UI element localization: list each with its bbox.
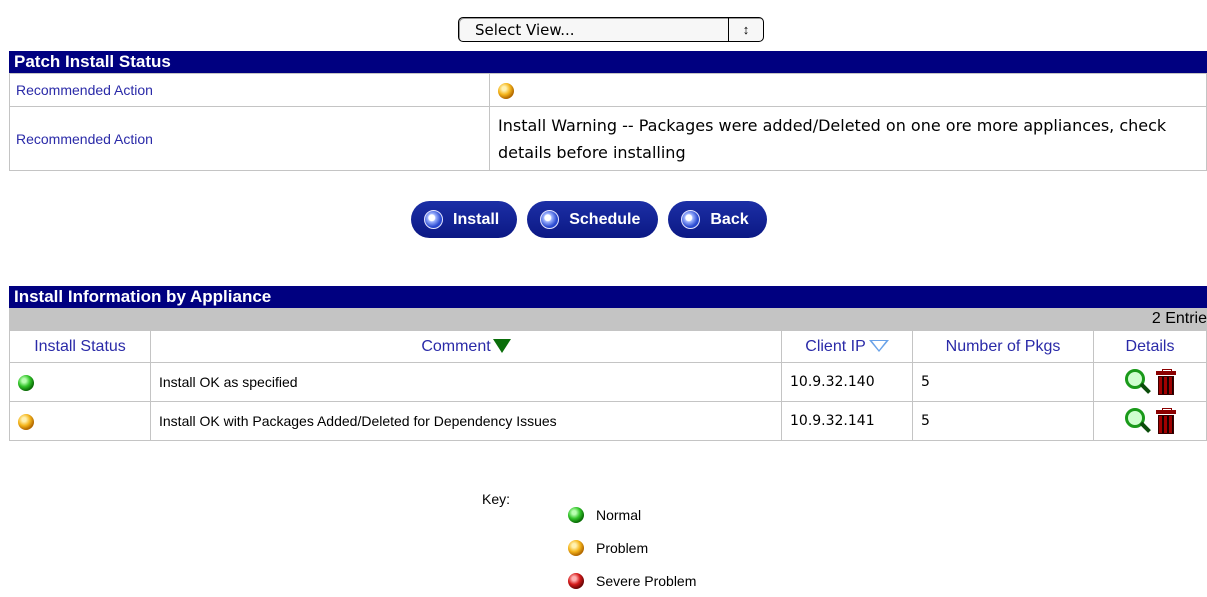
action-buttons: Install Schedule Back (411, 201, 767, 238)
col-install-status[interactable]: Install Status (9, 330, 151, 363)
entries-count: 2 Entrie (9, 308, 1207, 330)
key-item-label: Problem (596, 539, 649, 556)
comment-cell: Install OK as specified (150, 362, 782, 402)
pkgs-cell: 5 (912, 401, 1094, 441)
severe-problem-status-icon (568, 572, 584, 589)
install-status-cell (9, 401, 151, 441)
key-legend: Normal Problem Severe Problem (568, 498, 696, 597)
install-info-table: Install Status Comment Client IP Number … (9, 330, 1207, 441)
col-number-of-pkgs[interactable]: Number of Pkgs (912, 330, 1094, 363)
table-row: Install OK as specified 10.9.32.140 5 (9, 362, 1207, 402)
trash-icon[interactable] (1155, 369, 1176, 395)
col-client-ip[interactable]: Client IP (781, 330, 913, 363)
col-details: Details (1093, 330, 1207, 363)
key-item-normal: Normal (568, 498, 696, 531)
col-comment-label: Comment (421, 337, 491, 355)
key-item-problem: Problem (568, 531, 696, 564)
install-info-section: Install Information by Appliance 2 Entri… (9, 286, 1207, 441)
patch-status-table: Recommended Action Recommended Action In… (9, 73, 1207, 171)
col-client-ip-label: Client IP (805, 337, 866, 355)
client-ip-cell: 10.9.32.141 (781, 401, 913, 441)
status-row: Recommended Action (9, 73, 1207, 107)
install-info-title: Install Information by Appliance (14, 287, 272, 306)
key-item-label: Normal (596, 506, 642, 523)
select-view-dropdown[interactable]: Select View... ↕ (458, 17, 764, 42)
comment-cell: Install OK with Packages Added/Deleted f… (150, 401, 782, 441)
problem-status-icon (498, 83, 514, 99)
client-ip-cell: 10.9.32.140 (781, 362, 913, 402)
normal-status-icon (18, 374, 34, 391)
key-item-severe-problem: Severe Problem (568, 564, 696, 597)
status-row: Recommended Action Install Warning -- Pa… (9, 106, 1207, 171)
problem-status-icon (568, 539, 584, 556)
magnifier-icon[interactable] (1124, 408, 1148, 434)
radio-dot-icon (424, 210, 443, 229)
key-item-label: Severe Problem (596, 572, 697, 589)
pkgs-cell: 5 (912, 362, 1094, 402)
details-cell (1093, 401, 1207, 441)
select-view-label: Select View... (475, 20, 575, 39)
recommended-action-status (489, 73, 1207, 107)
patch-install-status-header: Patch Install Status (9, 51, 1207, 73)
patch-install-status-title: Patch Install Status (14, 52, 171, 71)
sort-unsorted-icon[interactable] (868, 340, 889, 353)
col-comment[interactable]: Comment (150, 330, 782, 363)
key-label: Key: (482, 491, 511, 507)
updown-arrows-icon: ↕ (728, 18, 763, 41)
trash-icon[interactable] (1155, 408, 1176, 434)
problem-status-icon (18, 413, 34, 430)
table-row: Install OK with Packages Added/Deleted f… (9, 401, 1207, 441)
schedule-button-label: Schedule (569, 210, 641, 228)
sort-desc-icon[interactable] (492, 339, 511, 354)
recommended-action-text: Install Warning -- Packages were added/D… (489, 106, 1207, 171)
install-button[interactable]: Install (411, 201, 518, 238)
radio-dot-icon (540, 210, 560, 229)
normal-status-icon (568, 506, 584, 523)
table-header-row: Install Status Comment Client IP Number … (9, 330, 1207, 363)
details-cell (1093, 362, 1207, 402)
install-info-header: Install Information by Appliance (9, 286, 1207, 308)
schedule-button[interactable]: Schedule (527, 201, 659, 238)
install-button-label: Install (453, 210, 500, 228)
back-button-label: Back (710, 210, 749, 228)
recommended-action-label: Recommended Action (9, 106, 490, 171)
install-status-cell (9, 362, 151, 402)
radio-dot-icon (681, 210, 701, 229)
recommended-action-label: Recommended Action (9, 73, 490, 107)
magnifier-icon[interactable] (1124, 369, 1148, 395)
back-button[interactable]: Back (668, 201, 767, 238)
